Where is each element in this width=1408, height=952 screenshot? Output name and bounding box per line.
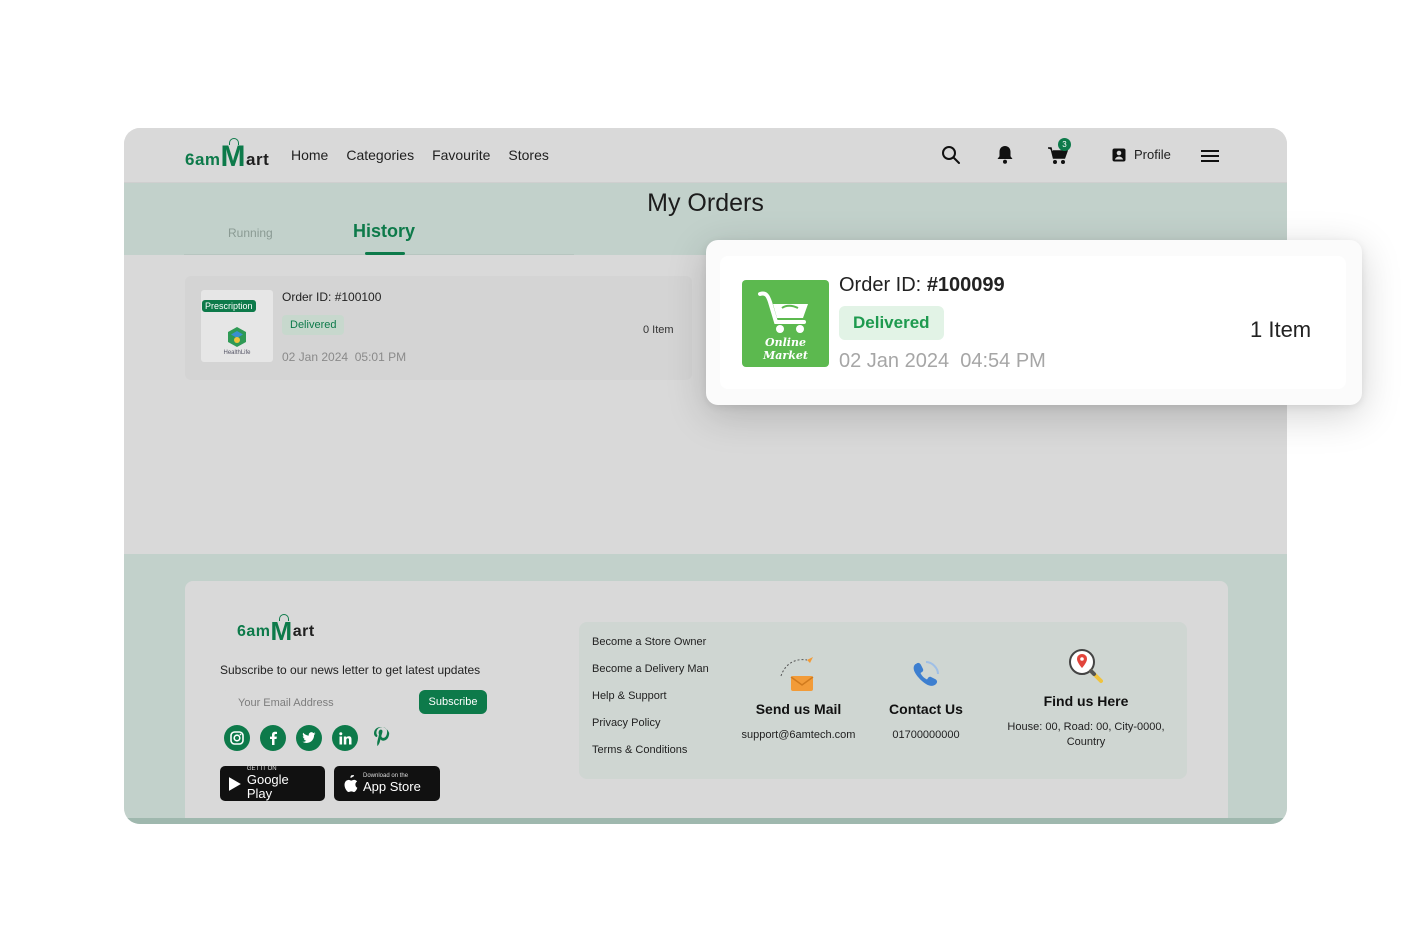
apple-icon bbox=[344, 774, 358, 792]
highlighted-order-time: 04:54 PM bbox=[960, 350, 1046, 372]
search-button[interactable] bbox=[940, 144, 962, 166]
notification-button[interactable] bbox=[994, 144, 1016, 166]
order-time: 05:01 PM bbox=[354, 350, 407, 364]
app-frame: 6am M art Home Categories Favourite Stor… bbox=[124, 128, 1287, 824]
highlighted-order-datetime: 02 Jan 2024 04:54 PM bbox=[839, 350, 1046, 373]
highlighted-status-badge: Delivered bbox=[839, 306, 944, 340]
location-search-icon bbox=[1069, 649, 1103, 683]
highlighted-order-date: 02 Jan 2024 bbox=[839, 350, 950, 372]
stage: 6am M art Home Categories Favourite Stor… bbox=[0, 0, 1408, 952]
contact-column: Contact Us 01700000000 bbox=[871, 652, 981, 743]
footer: 6am M art Subscribe to our news letter t… bbox=[124, 554, 1287, 824]
order-id-line: Order ID: #100100 bbox=[282, 290, 381, 304]
store-thumbnail: Prescription HealthLife bbox=[201, 290, 273, 362]
footer-bottom-strip bbox=[124, 818, 1287, 824]
menu-button[interactable] bbox=[1200, 146, 1220, 166]
logo-text-start: 6am bbox=[185, 150, 221, 169]
search-icon bbox=[942, 146, 960, 164]
contact-phone[interactable]: 01700000000 bbox=[871, 728, 981, 743]
contact-title: Contact Us bbox=[889, 701, 963, 717]
tab-running[interactable]: Running bbox=[228, 226, 273, 240]
status-badge: Delivered bbox=[282, 315, 345, 335]
order-id-label: Order ID: bbox=[282, 290, 332, 304]
shopping-cart-icon bbox=[758, 291, 808, 333]
logo-text-end: art bbox=[246, 150, 270, 169]
hamburger-menu-icon bbox=[1201, 150, 1219, 162]
profile-label: Profile bbox=[1134, 147, 1171, 162]
order-item-count: 0 Item bbox=[643, 324, 674, 336]
page-title: My Orders bbox=[647, 189, 764, 217]
order-date: 02 Jan 2024 bbox=[282, 350, 349, 364]
order-datetime: 02 Jan 2024 05:01 PM bbox=[282, 350, 406, 364]
link-terms[interactable]: Terms & Conditions bbox=[592, 744, 709, 756]
footer-logo[interactable]: 6am M art bbox=[237, 614, 315, 646]
footer-logo-letter-m: M bbox=[270, 614, 293, 646]
footer-panel: 6am M art Subscribe to our news letter t… bbox=[185, 581, 1228, 824]
footer-logo-text-end: art bbox=[292, 623, 315, 640]
highlighted-item-count: 1 Item bbox=[1250, 317, 1312, 342]
nav-favourite[interactable]: Favourite bbox=[432, 147, 490, 163]
link-delivery-man[interactable]: Become a Delivery Man bbox=[592, 663, 709, 675]
mail-address[interactable]: support@6amtech.com bbox=[731, 728, 866, 743]
highlighted-order-id: Order ID: #100099 bbox=[839, 274, 1005, 297]
mail-icon bbox=[780, 657, 813, 691]
link-store-owner[interactable]: Become a Store Owner bbox=[592, 636, 709, 648]
app-store-text: App Store bbox=[363, 779, 421, 794]
cart-count-badge: 3 bbox=[1058, 138, 1071, 151]
healthlife-logo-icon bbox=[228, 327, 246, 347]
linkedin-icon[interactable] bbox=[332, 725, 358, 751]
store-thumbnail-label: HealthLife bbox=[223, 350, 251, 356]
social-links bbox=[224, 725, 394, 751]
pinterest-icon[interactable] bbox=[368, 725, 394, 751]
instagram-icon[interactable] bbox=[224, 725, 250, 751]
highlighted-order-inner: Online Market Order ID: #100099 Delivere… bbox=[720, 256, 1346, 389]
site-logo[interactable]: 6am M art bbox=[185, 138, 270, 173]
footer-links: Become a Store Owner Become a Delivery M… bbox=[592, 636, 709, 756]
footer-links-panel: Become a Store Owner Become a Delivery M… bbox=[579, 622, 1187, 779]
mail-column: Send us Mail support@6amtech.com bbox=[731, 652, 866, 743]
google-play-text: Google Play bbox=[246, 772, 289, 801]
prescription-tag: Prescription bbox=[202, 300, 256, 312]
link-help-support[interactable]: Help & Support bbox=[592, 690, 709, 702]
twitter-icon[interactable] bbox=[296, 725, 322, 751]
highlighted-order-id-value: #100099 bbox=[926, 274, 1005, 296]
footer-logo-text-start: 6am bbox=[237, 623, 271, 640]
find-column: Find us Here House: 00, Road: 00, City-0… bbox=[1001, 644, 1171, 750]
cart-button[interactable]: 3 bbox=[1046, 138, 1071, 167]
play-store-icon bbox=[228, 776, 241, 791]
find-title: Find us Here bbox=[1043, 693, 1129, 709]
profile-button[interactable]: Profile bbox=[1112, 147, 1171, 162]
tab-history[interactable]: History bbox=[353, 221, 415, 242]
phone-icon bbox=[913, 661, 939, 686]
nav-stores[interactable]: Stores bbox=[508, 147, 548, 163]
nav-home[interactable]: Home bbox=[291, 147, 328, 163]
online-market-label: Online Market bbox=[763, 336, 808, 362]
highlighted-order-id-label: Order ID: bbox=[839, 274, 922, 296]
nav-categories[interactable]: Categories bbox=[346, 147, 414, 163]
active-tab-indicator bbox=[365, 252, 405, 255]
facebook-icon[interactable] bbox=[260, 725, 286, 751]
highlighted-order-card[interactable]: Online Market Order ID: #100099 Delivere… bbox=[706, 240, 1362, 405]
find-address: House: 00, Road: 00, City-0000, Country bbox=[1007, 721, 1165, 748]
top-bar: 6am M art Home Categories Favourite Stor… bbox=[124, 128, 1287, 183]
order-id-value: #100100 bbox=[334, 290, 382, 304]
google-play-button[interactable]: GET IT ON Google Play bbox=[220, 766, 325, 801]
newsletter-text: Subscribe to our news letter to get late… bbox=[220, 663, 481, 677]
online-market-logo: Online Market bbox=[742, 280, 829, 367]
order-card[interactable]: Prescription HealthLife Order ID: #10010… bbox=[185, 276, 692, 380]
link-privacy-policy[interactable]: Privacy Policy bbox=[592, 717, 709, 729]
user-icon bbox=[1112, 148, 1126, 161]
bell-icon bbox=[997, 146, 1013, 164]
mail-title: Send us Mail bbox=[755, 701, 842, 717]
app-store-button[interactable]: Download on the App Store bbox=[334, 766, 440, 801]
subscribe-button[interactable]: Subscribe bbox=[419, 690, 487, 714]
logo-letter-m: M bbox=[220, 138, 247, 173]
main-nav: Home Categories Favourite Stores bbox=[291, 147, 549, 163]
